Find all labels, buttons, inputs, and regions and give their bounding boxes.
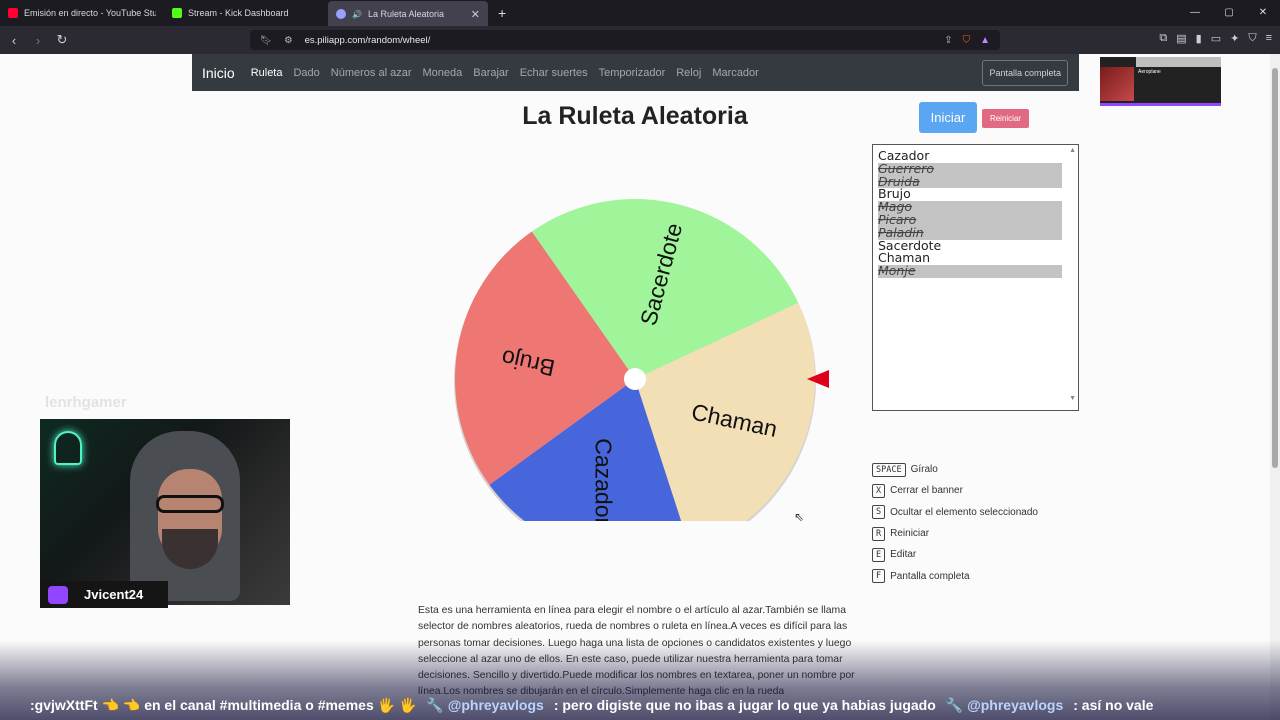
shortcut-label: Gíralo xyxy=(910,464,938,476)
new-tab-button[interactable]: + xyxy=(488,0,516,26)
scroll-down-icon[interactable]: ▼ xyxy=(1069,395,1076,402)
reload-icon[interactable]: ↻ xyxy=(52,32,72,48)
site-info-icon[interactable]: ⚙︎ xyxy=(284,35,293,46)
chat-message: : pero digiste que no ibas a jugar lo qu… xyxy=(553,697,936,713)
webcam-overlay xyxy=(40,419,290,605)
mouse-cursor-icon: ⇖ xyxy=(794,510,805,524)
tab-label: La Ruleta Aleatoria xyxy=(367,9,445,19)
nav-link-reloj[interactable]: Reloj xyxy=(676,67,701,79)
scrollbar-thumb[interactable] xyxy=(1272,68,1278,468)
nav-link-barajar[interactable]: Barajar xyxy=(473,67,508,79)
nav-link-marcador[interactable]: Marcador xyxy=(712,67,758,79)
shortcut-label: Pantalla completa xyxy=(890,570,970,582)
fullscreen-button[interactable]: Pantalla completa xyxy=(982,60,1068,86)
shortcut-key: SPACE xyxy=(872,462,906,477)
preview-header xyxy=(1136,57,1221,67)
share-icon[interactable]: ⇪ xyxy=(944,35,952,46)
window-controls: — ▢ ✕ xyxy=(1178,0,1280,26)
neon-hand-sign xyxy=(54,431,82,465)
close-window-icon[interactable]: ✕ xyxy=(1246,0,1280,26)
album-art xyxy=(1100,67,1134,101)
tab-label: Stream - Kick Dashboard xyxy=(188,8,289,18)
keyboard-shortcuts: SPACE Gíralo X Cerrar el banner S Ocultar el … xyxy=(872,459,1038,587)
navigation-toolbar: ‹ › ↻ 🔖︎ ⚙︎ es.piliapp.com/random/wheel/… xyxy=(0,26,1280,54)
minimize-icon[interactable]: — xyxy=(1178,0,1212,26)
media-preview: Aeroplane xyxy=(1100,57,1221,106)
nav-link-moneda[interactable]: Moneda xyxy=(422,67,462,79)
start-button[interactable]: Iniciar xyxy=(919,102,977,133)
leo-icon[interactable]: ✦ xyxy=(1230,32,1239,45)
speaker-icon: 🔊 xyxy=(352,9,362,19)
tab-kick-dashboard[interactable]: Stream - Kick Dashboard xyxy=(164,0,328,26)
youtube-icon xyxy=(8,8,18,18)
forward-icon[interactable]: › xyxy=(28,33,48,48)
back-icon[interactable]: ‹ xyxy=(4,33,24,48)
chat-username: 🔧 @phreyavlogs xyxy=(945,696,1064,713)
nav-link-numeros[interactable]: Números al azar xyxy=(331,67,412,79)
tab-ruleta[interactable]: 🔊 La Ruleta Aleatoria ✕ xyxy=(328,1,488,27)
nav-link-ruleta[interactable]: Ruleta xyxy=(251,67,283,79)
roulette-wheel[interactable]: SacerdoteChamanCazadorBrujo xyxy=(450,141,830,521)
site-brand[interactable]: Inicio xyxy=(202,65,235,81)
page-scrollbar[interactable] xyxy=(1270,54,1280,720)
shortcut-row: X Cerrar el banner xyxy=(872,480,1038,501)
shortcut-label: Reiniciar xyxy=(890,528,930,540)
sidebar-icon[interactable]: ▮ xyxy=(1196,32,1202,45)
preview-title: Aeroplane xyxy=(1138,69,1161,75)
ghost-handle: lenrhgamer xyxy=(45,394,127,411)
wallet-icon[interactable]: ▭ xyxy=(1211,32,1221,45)
reset-button[interactable]: Reiniciar xyxy=(982,109,1029,128)
nav-link-dado[interactable]: Dado xyxy=(293,67,319,79)
nav-link-temporizador[interactable]: Temporizador xyxy=(599,67,666,79)
url-text[interactable]: es.piliapp.com/random/wheel/ xyxy=(305,35,431,46)
shortcut-row: F Pantalla completa xyxy=(872,565,1038,586)
page-content: Inicio Ruleta Dado Números al azar Moned… xyxy=(0,54,1270,720)
webcam-name-tag: Jvicent24 xyxy=(40,581,168,608)
shortcut-label: Ocultar el elemento seleccionado xyxy=(890,506,1038,518)
shortcut-key: F xyxy=(872,569,886,584)
scroll-up-icon[interactable]: ▲ xyxy=(1069,147,1076,154)
shortcut-row: SPACE Gíralo xyxy=(872,459,1038,480)
names-textarea[interactable]: Cazador Guerrero Druida Brujo Mago Picaro Pala… xyxy=(872,144,1079,411)
preview-progress xyxy=(1100,103,1221,106)
site-navbar: Inicio Ruleta Dado Números al azar Moned… xyxy=(192,54,1079,91)
close-tab-icon[interactable]: ✕ xyxy=(471,8,480,21)
nav-link-echar-suertes[interactable]: Echar suertes xyxy=(520,67,588,79)
shortcut-key: X xyxy=(872,483,886,498)
chat-message: :gvjwXttFt 👈 👈 en el canal #multimedia o… xyxy=(30,696,417,713)
shortcut-key: R xyxy=(872,526,886,541)
chat-message: : así no vale xyxy=(1073,697,1154,713)
chat-ticker: :gvjwXttFt 👈 👈 en el canal #multimedia o… xyxy=(30,693,1280,717)
chat-username: 🔧 @phreyavlogs xyxy=(426,696,544,713)
shortcut-row: S Ocultar el elemento seleccionado xyxy=(872,502,1038,523)
tab-label: Emisión en directo - YouTube Studio xyxy=(24,8,156,18)
tab-strip: Emisión en directo - YouTube Studio Stre… xyxy=(0,0,1280,27)
shortcut-label: Cerrar el banner xyxy=(890,485,963,497)
shortcut-row: R Reiniciar xyxy=(872,523,1038,544)
page-title: La Ruleta Aleatoria xyxy=(522,102,748,130)
shortcut-row: E Editar xyxy=(872,544,1038,565)
shortcut-key: S xyxy=(872,505,886,520)
streamer-glasses xyxy=(156,495,224,513)
kick-icon xyxy=(172,8,182,18)
tab-youtube-studio[interactable]: Emisión en directo - YouTube Studio xyxy=(0,0,164,26)
extensions-area: ⧉ ▤ ▮ ▭ ✦ ⛉ ≡ xyxy=(1159,32,1272,45)
rewards-icon[interactable]: ▲ xyxy=(980,35,990,46)
bookmark-icon[interactable]: 🔖︎ xyxy=(260,35,272,46)
vpn-icon[interactable]: ⛉ xyxy=(1248,32,1256,45)
name-list-item[interactable]: Monje xyxy=(878,264,1062,278)
coin-stack-icon xyxy=(48,585,68,604)
shortcut-label: Editar xyxy=(890,549,917,561)
wheel-hub xyxy=(624,368,646,390)
restore-icon[interactable]: ▢ xyxy=(1212,0,1246,26)
menu-icon[interactable]: ≡ xyxy=(1266,32,1272,45)
brave-shield-icon[interactable]: ⛉ xyxy=(963,35,971,46)
address-bar[interactable]: 🔖︎ ⚙︎ es.piliapp.com/random/wheel/ ⇪ ⛉ ▲ xyxy=(250,30,1000,50)
shortcut-key: E xyxy=(872,547,886,562)
tab-search-icon[interactable]: ▤ xyxy=(1176,32,1186,45)
streamer-name: Jvicent24 xyxy=(84,587,144,602)
piliapp-icon xyxy=(336,9,346,19)
extensions-icon[interactable]: ⧉ xyxy=(1159,32,1167,45)
wheel-slice-label: Cazador xyxy=(591,438,617,521)
